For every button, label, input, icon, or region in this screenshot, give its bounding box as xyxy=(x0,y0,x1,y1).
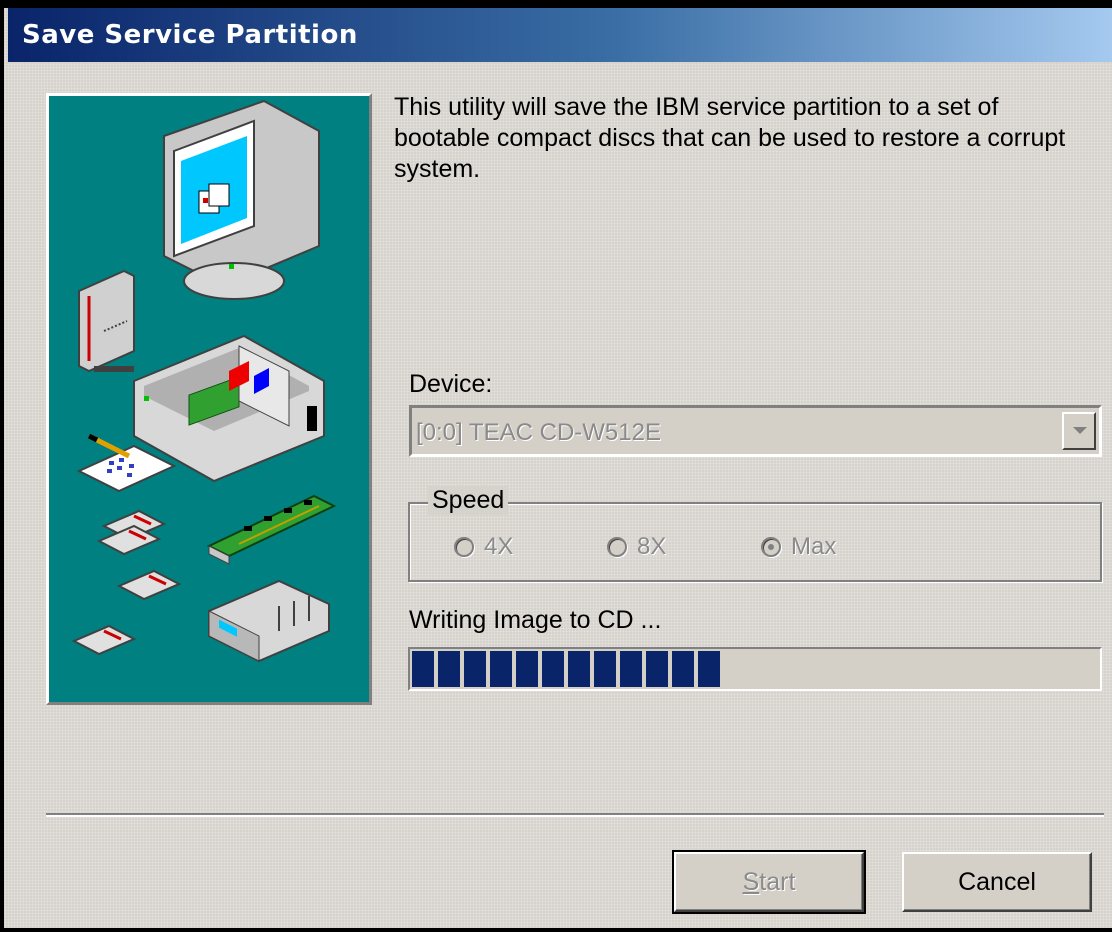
speed-option-label: 4X xyxy=(484,533,514,560)
progress-bar xyxy=(408,647,1102,691)
progress-block xyxy=(542,651,564,687)
speed-option-max[interactable]: Max xyxy=(761,532,836,562)
progress-block xyxy=(646,651,668,687)
start-mnemonic: S xyxy=(742,867,760,896)
progress-block xyxy=(698,651,720,687)
illustration-graphic xyxy=(71,99,337,663)
speed-option-4x[interactable]: 4X xyxy=(454,532,513,562)
dialog-window: Save Service Partition This utility will… xyxy=(0,0,1112,932)
description-text: This utility will save the IBM service p… xyxy=(394,93,1066,183)
device-label: Device: xyxy=(409,370,493,398)
title-bar[interactable]: Save Service Partition xyxy=(8,8,1112,62)
radio-circle-checked-icon xyxy=(761,537,781,557)
progress-block xyxy=(412,651,434,687)
separator-line xyxy=(46,813,1104,817)
modem-icon xyxy=(208,579,330,663)
progress-block xyxy=(490,651,512,687)
progress-block xyxy=(438,651,460,687)
hardware-illustration-icon xyxy=(46,93,372,705)
progress-block xyxy=(620,651,642,687)
radio-circle-icon xyxy=(607,537,627,557)
expansion-card-icon xyxy=(206,494,337,565)
device-select[interactable]: [0:0] TEAC CD-W512E xyxy=(409,405,1102,457)
progress-block xyxy=(464,651,486,687)
radio-circle-icon xyxy=(454,537,474,557)
progress-block xyxy=(672,651,694,687)
device-select-value: [0:0] TEAC CD-W512E xyxy=(416,419,661,446)
start-label-rest: tart xyxy=(759,867,796,896)
window-title: Save Service Partition xyxy=(22,20,358,50)
speed-option-label: Max xyxy=(791,533,837,560)
tower-icon xyxy=(78,269,135,373)
progress-block xyxy=(594,651,616,687)
progress-label: Writing Image to CD ... xyxy=(409,606,662,634)
progress-block xyxy=(568,651,590,687)
cancel-button[interactable]: Cancel xyxy=(902,852,1092,912)
speed-legend: Speed xyxy=(428,486,509,515)
speed-option-8x[interactable]: 8X xyxy=(607,532,666,562)
progress-fill xyxy=(412,651,720,687)
start-button[interactable]: Start xyxy=(672,850,866,914)
window-top-border xyxy=(4,0,1112,8)
progress-block xyxy=(516,651,538,687)
speed-option-label: 8X xyxy=(637,533,667,560)
monitor-icon xyxy=(163,99,320,300)
dropdown-arrow-icon[interactable] xyxy=(1062,412,1096,450)
